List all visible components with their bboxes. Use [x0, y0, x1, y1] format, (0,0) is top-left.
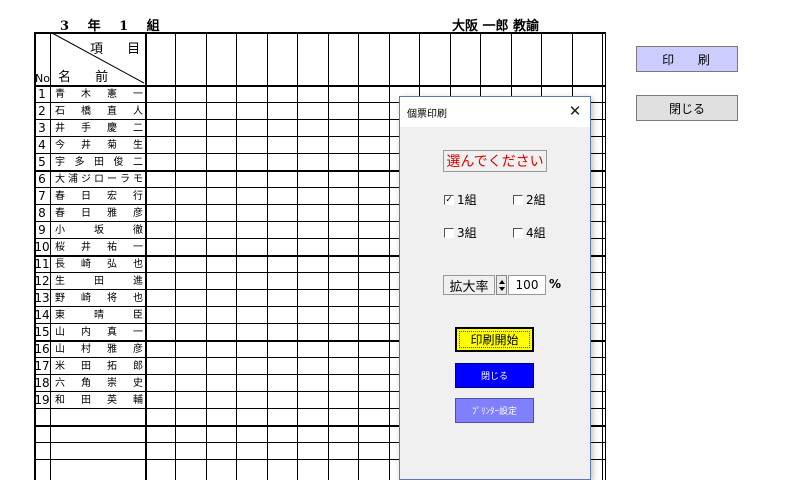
student-name: 生田進 [55, 276, 143, 287]
grid-vline [175, 32, 176, 480]
close-button[interactable]: 閉じる [636, 95, 738, 121]
grid-vline [236, 32, 237, 480]
student-number: 1 [38, 87, 46, 101]
student-number: 11 [34, 257, 50, 271]
grid-vline [297, 32, 298, 480]
student-name: 和田英輔 [55, 395, 143, 406]
student-number: 14 [34, 308, 50, 322]
student-name: 長崎弘也 [55, 259, 143, 270]
student-number: 5 [38, 155, 46, 169]
checkbox-label: 3組 [457, 226, 477, 240]
student-name: 大浦ジローラモ [55, 174, 143, 185]
grid-vline [605, 32, 606, 480]
student-number: 18 [34, 376, 50, 390]
checkbox-box[interactable]: ✓ [444, 194, 454, 205]
zoom-spinner[interactable] [496, 275, 507, 295]
dialog-title: 個票印刷 [407, 109, 447, 120]
grid-vline [389, 32, 390, 480]
student-name: 宇多田俊二 [55, 157, 143, 168]
checkbox-box[interactable] [513, 227, 523, 238]
student-number: 2 [38, 104, 46, 118]
student-name: 米田拓郎 [55, 361, 143, 372]
student-name: 石橋直人 [55, 106, 143, 117]
checkbox-label: 4組 [526, 226, 546, 240]
student-number: 8 [38, 206, 46, 220]
student-number: 17 [34, 359, 50, 373]
printer-settings-button[interactable]: ﾌﾟﾘﾝﾀｰ設定 [455, 398, 534, 423]
choose-prompt: 選んでください [443, 150, 547, 172]
student-name: 春日雅彦 [55, 208, 143, 219]
student-number: 9 [38, 223, 46, 237]
checkbox-label: 1組 [457, 193, 477, 207]
student-name: 六角崇史 [55, 378, 143, 389]
student-number: 15 [34, 325, 50, 339]
spin-up-icon[interactable] [499, 280, 505, 284]
zoom-input[interactable]: 100 [508, 275, 546, 295]
class-4-checkbox[interactable]: 4組 [513, 224, 546, 241]
print-button[interactable]: 印 刷 [636, 46, 738, 72]
header-no-label: No [35, 72, 50, 85]
grid-vline [358, 32, 359, 480]
student-name: 今井菊生 [55, 140, 143, 151]
student-number: 6 [38, 172, 46, 186]
start-print-button[interactable]: 印刷開始 [455, 327, 534, 352]
student-name: 青木憲一 [55, 89, 143, 100]
student-number: 3 [38, 121, 46, 135]
student-number: 7 [38, 189, 46, 203]
grid-vline [50, 32, 51, 480]
student-name: 山村雅彦 [55, 344, 143, 355]
class-1-checkbox[interactable]: ✓ 1組 [444, 191, 477, 208]
header-item-label: 項 目 [90, 42, 151, 57]
student-number: 16 [34, 342, 50, 356]
student-name: 小坂徹 [55, 225, 143, 236]
header-name-label: 名 前 [58, 70, 119, 85]
student-name: 井手慶二 [55, 123, 143, 134]
student-name: 桜井祐一 [55, 242, 143, 253]
grid-vline [267, 32, 268, 480]
student-number: 13 [34, 291, 50, 305]
grid-vline [602, 32, 603, 480]
spin-down-icon[interactable] [499, 287, 505, 291]
print-dialog: 個票印刷 ✕ 選んでください ✓ 1組 2組 3組 4組 拡大率 100 % 印… [399, 96, 591, 480]
student-name: 山内真一 [55, 327, 143, 338]
checkbox-box[interactable] [513, 194, 523, 205]
student-name: 野崎将也 [55, 293, 143, 304]
grid-vline [328, 32, 329, 480]
dialog-titlebar[interactable]: 個票印刷 ✕ [400, 97, 590, 127]
zoom-label: 拡大率 [443, 275, 495, 295]
dialog-close-button[interactable]: 閉じる [455, 363, 534, 388]
student-number: 4 [38, 138, 46, 152]
student-number: 12 [34, 274, 50, 288]
student-name: 東晴臣 [55, 310, 143, 321]
grid-vline [145, 32, 147, 480]
class-3-checkbox[interactable]: 3組 [444, 224, 477, 241]
checkbox-label: 2組 [526, 193, 546, 207]
class-2-checkbox[interactable]: 2組 [513, 191, 546, 208]
student-number: 19 [34, 393, 50, 407]
grid-vline [206, 32, 207, 480]
student-number: 10 [34, 240, 50, 254]
close-icon[interactable]: ✕ [564, 100, 586, 122]
student-name: 春日宏行 [55, 191, 143, 202]
zoom-unit: % [549, 277, 562, 291]
checkbox-box[interactable] [444, 227, 454, 238]
